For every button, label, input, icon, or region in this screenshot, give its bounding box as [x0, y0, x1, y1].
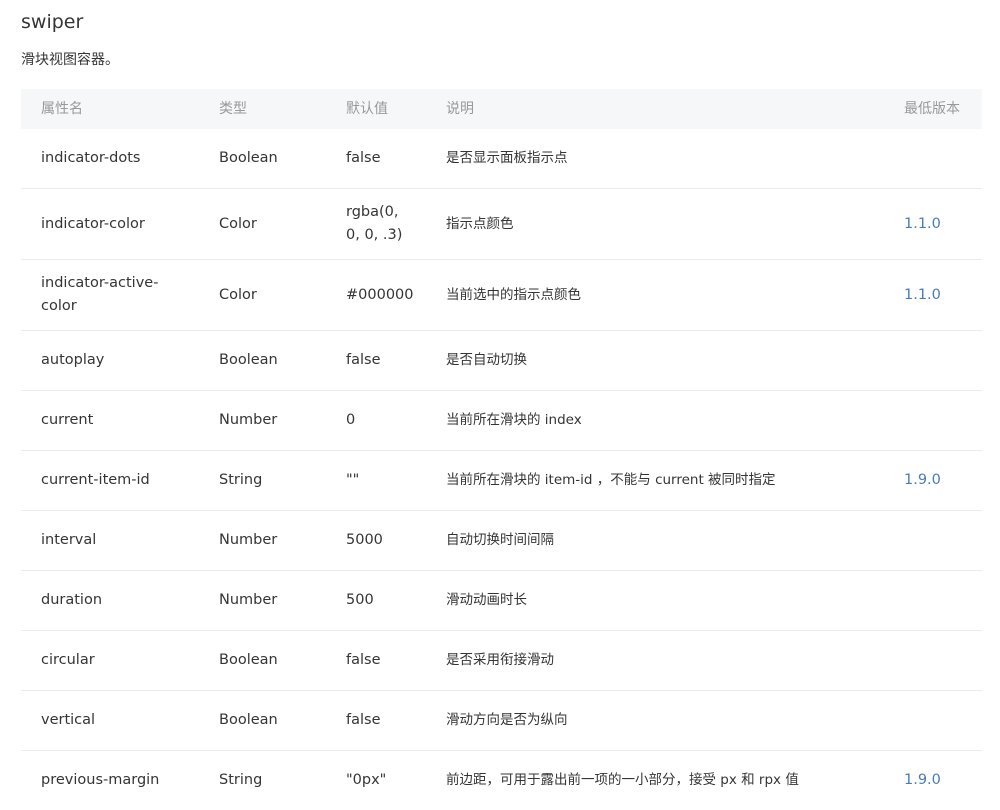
table-row: duration Number 500 滑动动画时长	[21, 571, 982, 631]
prop-type: String	[219, 472, 263, 488]
prop-description: 当前所在滑块的 item-id ，不能与 current 被同时指定	[446, 472, 776, 488]
table-row: vertical Boolean false 滑动方向是否为纵向	[21, 691, 982, 751]
prop-name: previous-margin	[41, 772, 160, 788]
prop-type: Color	[219, 215, 257, 232]
prop-name: indicator-dots	[41, 150, 141, 166]
prop-name: interval	[41, 532, 97, 548]
table-row: indicator-color Color rgba(0, 0, 0, .3) …	[21, 189, 982, 260]
prop-version	[904, 391, 982, 450]
prop-version: 1.9.0	[904, 451, 982, 510]
prop-description: 指示点颜色	[446, 215, 514, 232]
prop-default: rgba(0, 0, 0, .3)	[346, 204, 403, 243]
header-version: 最低版本	[904, 100, 960, 117]
prop-version	[904, 331, 982, 390]
prop-version: 1.1.0	[904, 189, 982, 259]
prop-type: Color	[219, 286, 257, 303]
page-title: swiper	[21, 11, 84, 33]
prop-default: 0	[346, 412, 356, 428]
version-link[interactable]: 1.9.0	[904, 769, 941, 792]
prop-name: vertical	[41, 712, 96, 728]
prop-version	[904, 571, 982, 630]
prop-version	[904, 631, 982, 690]
page-description: 滑块视图容器。	[21, 52, 119, 68]
prop-default: false	[346, 712, 381, 728]
header-type: 类型	[219, 100, 247, 117]
prop-name: autoplay	[41, 352, 105, 368]
table-row: current Number 0 当前所在滑块的 index	[21, 391, 982, 451]
prop-description: 前边距，可用于露出前一项的一小部分，接受 px 和 rpx 值	[446, 772, 799, 788]
prop-name: indicator-active-color	[41, 275, 159, 314]
table-row: indicator-dots Boolean false 是否显示面板指示点	[21, 129, 982, 189]
prop-description: 滑动动画时长	[446, 592, 527, 608]
prop-description: 滑动方向是否为纵向	[446, 712, 568, 728]
doc-page: swiper 滑块视图容器。 属性名 类型 默认值 说明 最低版本 indica…	[0, 0, 1000, 809]
prop-name: indicator-color	[41, 215, 145, 232]
prop-description: 是否自动切换	[446, 352, 527, 368]
prop-name: current-item-id	[41, 472, 150, 488]
prop-type: Boolean	[219, 712, 278, 728]
prop-type: Number	[219, 532, 278, 548]
header-name: 属性名	[41, 100, 83, 117]
table-row: previous-margin String "0px" 前边距，可用于露出前一…	[21, 751, 982, 810]
prop-description: 是否显示面板指示点	[446, 150, 568, 166]
prop-version	[904, 511, 982, 570]
prop-default: 5000	[346, 532, 383, 548]
prop-default: #000000	[346, 286, 414, 303]
properties-table: 属性名 类型 默认值 说明 最低版本 indicator-dots Boolea…	[21, 89, 982, 810]
header-description: 说明	[446, 100, 474, 117]
table-header: 属性名 类型 默认值 说明 最低版本	[21, 89, 982, 129]
prop-version: 1.9.0	[904, 751, 982, 810]
prop-default: 500	[346, 592, 374, 608]
prop-name: duration	[41, 592, 103, 608]
prop-name: current	[41, 412, 94, 428]
prop-description: 当前选中的指示点颜色	[446, 286, 581, 303]
table-row: interval Number 5000 自动切换时间间隔	[21, 511, 982, 571]
prop-name: circular	[41, 652, 95, 668]
prop-default: false	[346, 652, 381, 668]
table-row: autoplay Boolean false 是否自动切换	[21, 331, 982, 391]
prop-type: Number	[219, 592, 278, 608]
prop-type: Boolean	[219, 652, 278, 668]
prop-description: 自动切换时间间隔	[446, 532, 554, 548]
version-link[interactable]: 1.9.0	[904, 469, 941, 492]
prop-default: false	[346, 150, 381, 166]
version-link[interactable]: 1.1.0	[904, 284, 941, 307]
prop-description: 是否采用衔接滑动	[446, 652, 554, 668]
table-row: indicator-active-color Color #000000 当前选…	[21, 260, 982, 331]
prop-default: ""	[346, 472, 360, 488]
prop-type: Boolean	[219, 150, 278, 166]
version-link[interactable]: 1.1.0	[904, 213, 941, 236]
prop-version	[904, 691, 982, 750]
table-row: circular Boolean false 是否采用衔接滑动	[21, 631, 982, 691]
prop-type: String	[219, 772, 263, 788]
prop-description: 当前所在滑块的 index	[446, 412, 582, 428]
prop-type: Boolean	[219, 352, 278, 368]
prop-default: "0px"	[346, 772, 387, 788]
prop-default: false	[346, 352, 381, 368]
prop-version: 1.1.0	[904, 260, 982, 330]
prop-version	[904, 129, 982, 188]
prop-type: Number	[219, 412, 278, 428]
table-row: current-item-id String "" 当前所在滑块的 item-i…	[21, 451, 982, 511]
header-default: 默认值	[346, 100, 388, 117]
